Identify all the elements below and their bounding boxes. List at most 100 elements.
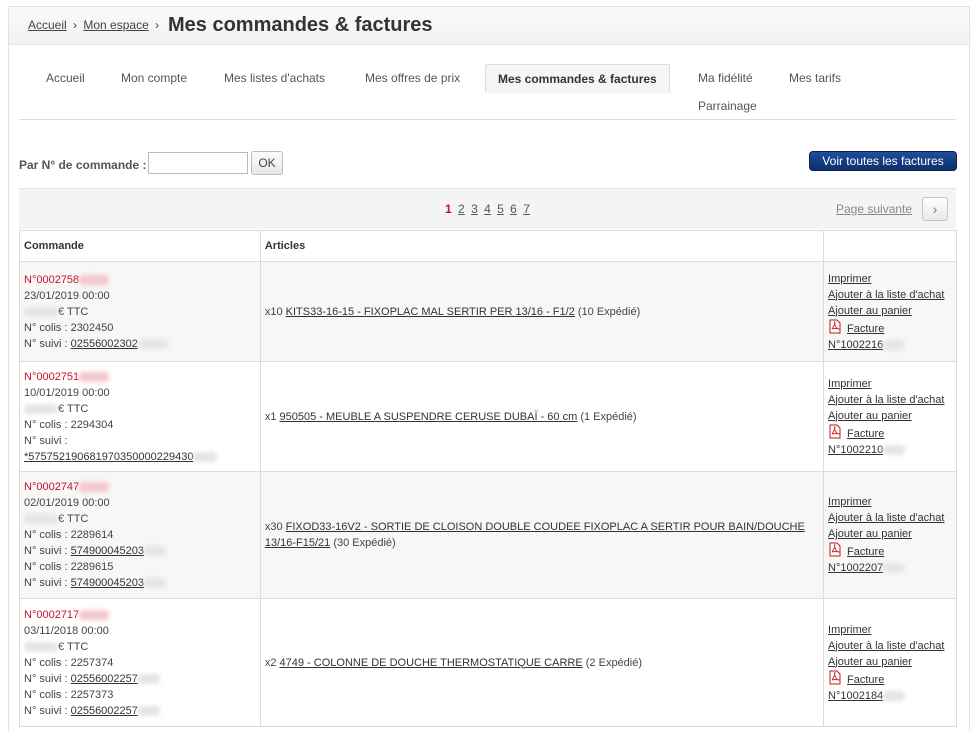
table-row: N°0002758 23/01/2019 00:00 € TTC N° coli… (19, 261, 957, 362)
redacted (79, 371, 110, 382)
next-page-button[interactable]: › (922, 197, 948, 221)
tab-accueil[interactable]: Accueil (46, 71, 85, 85)
redacted (79, 609, 110, 620)
article-status: (30 Expédié) (333, 537, 396, 549)
order-number[interactable]: N°0002717 (24, 609, 79, 621)
print-link[interactable]: Imprimer (828, 496, 871, 508)
page-link-5[interactable]: 5 (497, 202, 504, 216)
article-status: (10 Expédié) (577, 305, 641, 318)
redacted (137, 673, 160, 684)
parcel-number: N° colis : 2289615 (24, 561, 114, 573)
page-link-1[interactable]: 1 (445, 202, 452, 216)
page-link-2[interactable]: 2 (458, 202, 465, 216)
redacted (24, 403, 58, 414)
order-cell: N°0002751 10/01/2019 00:00 € TTC N° coli… (19, 361, 261, 472)
article-link[interactable]: KITS33-16-15 - FIXOPLAC MAL SERTIR PER 1… (286, 306, 575, 318)
order-number-input[interactable] (148, 152, 248, 174)
invoice-link[interactable]: Facture (847, 674, 884, 686)
article-cell: x30 FIXOD33-16V2 - SORTIE DE CLOISON DOU… (259, 471, 825, 599)
tab-tarifs[interactable]: Mes tarifs (789, 71, 841, 85)
tracking-link[interactable]: 02556002257 (71, 673, 138, 685)
actions-cell: Imprimer Ajouter à la liste d'achat Ajou… (823, 471, 957, 599)
order-date: 03/11/2018 00:00 (24, 624, 109, 637)
order-number[interactable]: N°0002751 (24, 371, 79, 383)
pagination: 1 2 3 4 5 6 7 (445, 202, 533, 216)
invoice-link[interactable]: Facture (847, 323, 884, 335)
order-cell: N°0002717 03/11/2018 00:00 € TTC N° coli… (19, 598, 261, 727)
column-header-articles: Articles (259, 230, 825, 262)
article-quantity: x2 (264, 656, 277, 669)
tracking-label: N° suivi : (24, 545, 68, 557)
tab-fidelite[interactable]: Ma fidélité (698, 71, 753, 85)
article-link[interactable]: 950505 - MEUBLE A SUSPENDRE CERUSE DUBAÏ… (280, 411, 578, 423)
actions-cell: Imprimer Ajouter à la liste d'achat Ajou… (823, 598, 957, 727)
tracking-link[interactable]: 574900045203 (71, 545, 144, 557)
tab-mon-compte[interactable]: Mon compte (121, 71, 187, 85)
page-link-7[interactable]: 7 (523, 202, 530, 216)
article-status: (2 Expédié) (585, 656, 643, 669)
tab-offres-prix[interactable]: Mes offres de prix (365, 71, 460, 85)
parcel-number: N° colis : 2289614 (24, 529, 114, 541)
redacted (144, 546, 167, 557)
article-cell: x10 KITS33-16-15 - FIXOPLAC MAL SERTIR P… (259, 261, 825, 362)
breadcrumb-space-link[interactable]: Mon espace (83, 18, 148, 32)
add-to-cart-link[interactable]: Ajouter au panier (828, 656, 912, 668)
invoice-number-link[interactable]: N°1002207 (828, 562, 883, 574)
add-to-cart-link[interactable]: Ajouter au panier (828, 305, 912, 317)
breadcrumb-home-link[interactable]: Accueil (28, 18, 67, 32)
page-link-6[interactable]: 6 (510, 202, 517, 216)
print-link[interactable]: Imprimer (828, 624, 871, 636)
invoice-number-link[interactable]: N°1002210 (828, 444, 883, 456)
tracking-link[interactable]: *575752190681970350000229430 (24, 451, 193, 463)
print-link[interactable]: Imprimer (828, 378, 871, 390)
tracking-link[interactable]: 574900045203 (71, 577, 144, 589)
order-number[interactable]: N°0002747 (24, 481, 79, 493)
article-quantity: x30 (264, 521, 283, 533)
breadcrumb: Accueil › Mon espace › (28, 18, 162, 32)
column-header-commande: Commande (19, 230, 261, 262)
redacted (137, 338, 168, 349)
tab-parrainage[interactable]: Parrainage (698, 99, 757, 113)
pdf-icon (828, 542, 842, 557)
parcel-number: N° colis : 2257373 (24, 688, 114, 701)
order-search-label: Par N° de commande : (19, 158, 147, 172)
order-amount: € TTC (58, 305, 89, 318)
tracking-link[interactable]: 02556002257 (71, 705, 138, 717)
order-amount: € TTC (58, 402, 89, 415)
actions-cell: Imprimer Ajouter à la liste d'achat Ajou… (823, 261, 957, 362)
pdf-icon (828, 424, 842, 439)
invoice-number-link[interactable]: N°1002216 (828, 339, 883, 351)
redacted (24, 306, 58, 317)
order-number[interactable]: N°0002758 (24, 274, 79, 286)
add-to-cart-link[interactable]: Ajouter au panier (828, 528, 912, 540)
order-date: 23/01/2019 00:00 (24, 289, 110, 302)
article-link[interactable]: 4749 - COLONNE DE DOUCHE THERMOSTATIQUE … (280, 657, 583, 669)
chevron-right-icon: › (932, 201, 938, 217)
print-link[interactable]: Imprimer (828, 273, 871, 285)
add-to-list-link[interactable]: Ajouter à la liste d'achat (828, 289, 944, 301)
redacted (883, 690, 906, 701)
add-to-list-link[interactable]: Ajouter à la liste d'achat (828, 640, 944, 652)
tab-listes-achats[interactable]: Mes listes d'achats (224, 71, 325, 85)
tracking-link[interactable]: 02556002302 (71, 338, 138, 350)
order-date: 10/01/2019 00:00 (24, 386, 110, 399)
redacted (79, 482, 110, 493)
invoice-link[interactable]: Facture (847, 546, 884, 558)
redacted (883, 563, 906, 574)
next-page-link[interactable]: Page suivante (836, 202, 912, 216)
tracking-label: N° suivi : (24, 434, 68, 447)
invoice-number-link[interactable]: N°1002184 (828, 690, 883, 702)
parcel-number: N° colis : 2294304 (24, 418, 114, 431)
pagination-bar: 1 2 3 4 5 6 7 Page suivante › (19, 188, 956, 229)
all-invoices-button[interactable]: Voir toutes les factures (809, 151, 957, 171)
redacted (24, 514, 58, 525)
add-to-cart-link[interactable]: Ajouter au panier (828, 410, 912, 422)
tab-commandes-factures[interactable]: Mes commandes & factures (485, 64, 670, 93)
add-to-list-link[interactable]: Ajouter à la liste d'achat (828, 512, 944, 524)
invoice-link[interactable]: Facture (847, 428, 884, 440)
table-row: N°0002751 10/01/2019 00:00 € TTC N° coli… (19, 361, 957, 472)
search-ok-button[interactable]: OK (251, 151, 283, 175)
page-link-3[interactable]: 3 (471, 202, 478, 216)
add-to-list-link[interactable]: Ajouter à la liste d'achat (828, 394, 944, 406)
page-link-4[interactable]: 4 (484, 202, 491, 216)
